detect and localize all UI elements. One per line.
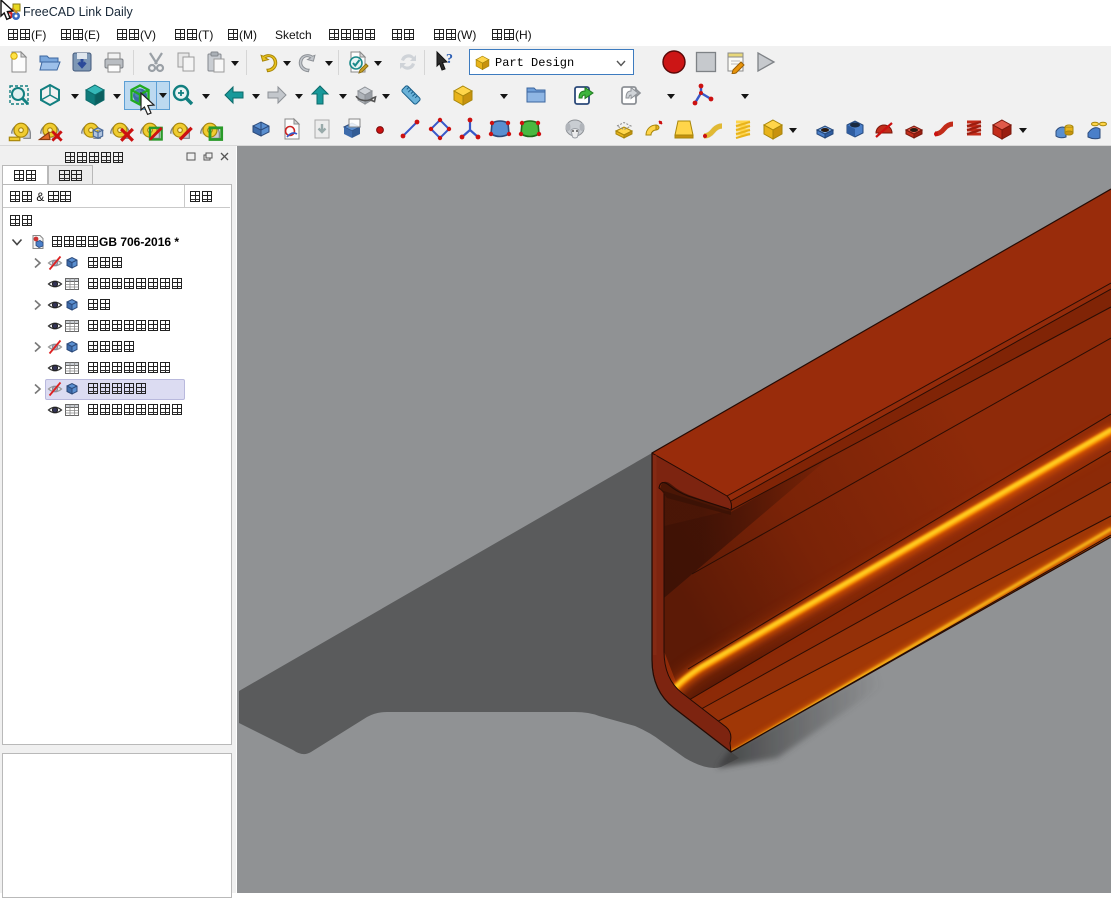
svg-text:?: ? <box>446 52 453 67</box>
